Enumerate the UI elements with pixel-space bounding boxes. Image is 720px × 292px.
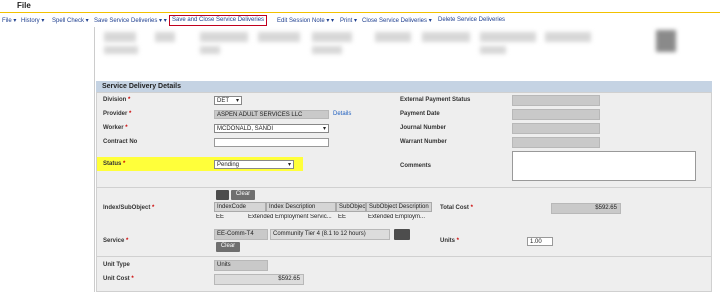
menu-save-service-deliveries[interactable]: Save Service Deliveries ▾ ▾ [94, 17, 167, 24]
menu-file[interactable]: File ▾ [2, 17, 16, 24]
total-cost-label: Total Cost * [440, 205, 473, 211]
total-cost-value: $592.65 [551, 203, 621, 214]
index-lookup-button[interactable] [216, 190, 229, 200]
journal-number-value [512, 123, 600, 134]
status-label: Status * [103, 161, 126, 167]
service-description-value: Community Tier 4 (8.1 to 12 hours) [270, 229, 390, 240]
units-label: Units * [440, 238, 460, 244]
provider-details-link[interactable]: Details [333, 111, 351, 117]
menu-close-service-deliveries[interactable]: Close Service Deliveries ▾ [362, 17, 432, 24]
status-select[interactable]: Pending [214, 160, 294, 170]
grid-cell-index-description: Extended Employment Servic... [248, 214, 332, 220]
avatar [656, 30, 676, 52]
service-label: Service * [103, 238, 129, 244]
contract-input[interactable] [214, 138, 329, 147]
service-delivery-form [96, 92, 712, 292]
unit-type-value: Units [214, 260, 268, 271]
worker-select[interactable]: MCDONALD, SANDI [214, 124, 329, 134]
service-lookup-button[interactable] [394, 229, 410, 240]
unit-cost-value: $592.65 [214, 274, 304, 285]
redacted-block [200, 46, 220, 54]
division-label: Division * [103, 97, 131, 103]
journal-number-label: Journal Number [400, 125, 447, 131]
redacted-block [258, 32, 300, 42]
menu-save-and-close[interactable]: Save and Close Service Deliveries [169, 15, 268, 26]
grid-header-indexcode: IndexCode [214, 202, 266, 212]
payment-date-value [512, 109, 600, 120]
unit-type-label: Unit Type [103, 262, 130, 268]
service-clear-button[interactable]: Clear [216, 242, 240, 252]
redacted-block [104, 32, 136, 42]
title-bar: File [0, 0, 720, 13]
division-select[interactable]: DET [214, 96, 242, 106]
warrant-number-label: Warrant Number [400, 139, 447, 145]
provider-value: ASPEN ADULT SERVICES LLC [214, 110, 329, 119]
grid-header-index-description: Index Description [266, 202, 336, 212]
worker-label: Worker * [103, 125, 128, 131]
redacted-block [312, 46, 342, 54]
redacted-block [200, 32, 248, 42]
menu-edit-session-note[interactable]: Edit Session Note ▾ ▾ [277, 17, 334, 24]
menu-spell-check[interactable]: Spell Check ▾ [52, 17, 89, 24]
grid-cell-subobject: EE [338, 214, 347, 220]
grid-header-subobject: SubObject [336, 202, 366, 212]
service-code-value: EE-Comm-T4 [214, 229, 268, 240]
section-title: Service Delivery Details [96, 81, 712, 92]
file-title[interactable]: File [17, 1, 31, 10]
warrant-number-value [512, 137, 600, 148]
divider [96, 256, 712, 257]
comments-textarea[interactable] [512, 151, 696, 181]
redacted-block [104, 46, 138, 54]
redacted-block [480, 32, 536, 42]
menu-delete-service-deliveries[interactable]: Delete Service Deliveries [438, 17, 505, 23]
grid-cell-subobject-description: Extended Employm... [368, 214, 426, 220]
external-payment-status-label: External Payment Status [400, 97, 471, 103]
unit-cost-label: Unit Cost * [103, 276, 134, 282]
comments-label: Comments [400, 163, 432, 169]
menu-bar: File ▾ History ▾ Spell Check ▾ Save Serv… [0, 15, 720, 26]
grid-header-subobject-description: SubObject Description [366, 202, 432, 212]
redacted-block [312, 32, 352, 42]
index-clear-button[interactable]: Clear [231, 190, 255, 200]
redacted-block [375, 32, 411, 42]
external-payment-status-value [512, 95, 600, 106]
redacted-block [480, 46, 506, 54]
left-panel [0, 27, 95, 292]
redacted-block [155, 32, 175, 42]
grid-cell-indexcode: EE [216, 214, 225, 220]
divider [96, 187, 712, 188]
menu-print[interactable]: Print ▾ [340, 17, 357, 24]
redacted-block [545, 32, 591, 42]
contract-label: Contract No [103, 139, 138, 145]
index-subobject-label: Index/SubObject * [103, 205, 155, 211]
payment-date-label: Payment Date [400, 111, 440, 117]
provider-label: Provider * [103, 111, 132, 117]
redacted-block [422, 32, 470, 42]
menu-history[interactable]: History ▾ [21, 17, 44, 24]
units-input[interactable]: 1.00 [527, 237, 553, 246]
